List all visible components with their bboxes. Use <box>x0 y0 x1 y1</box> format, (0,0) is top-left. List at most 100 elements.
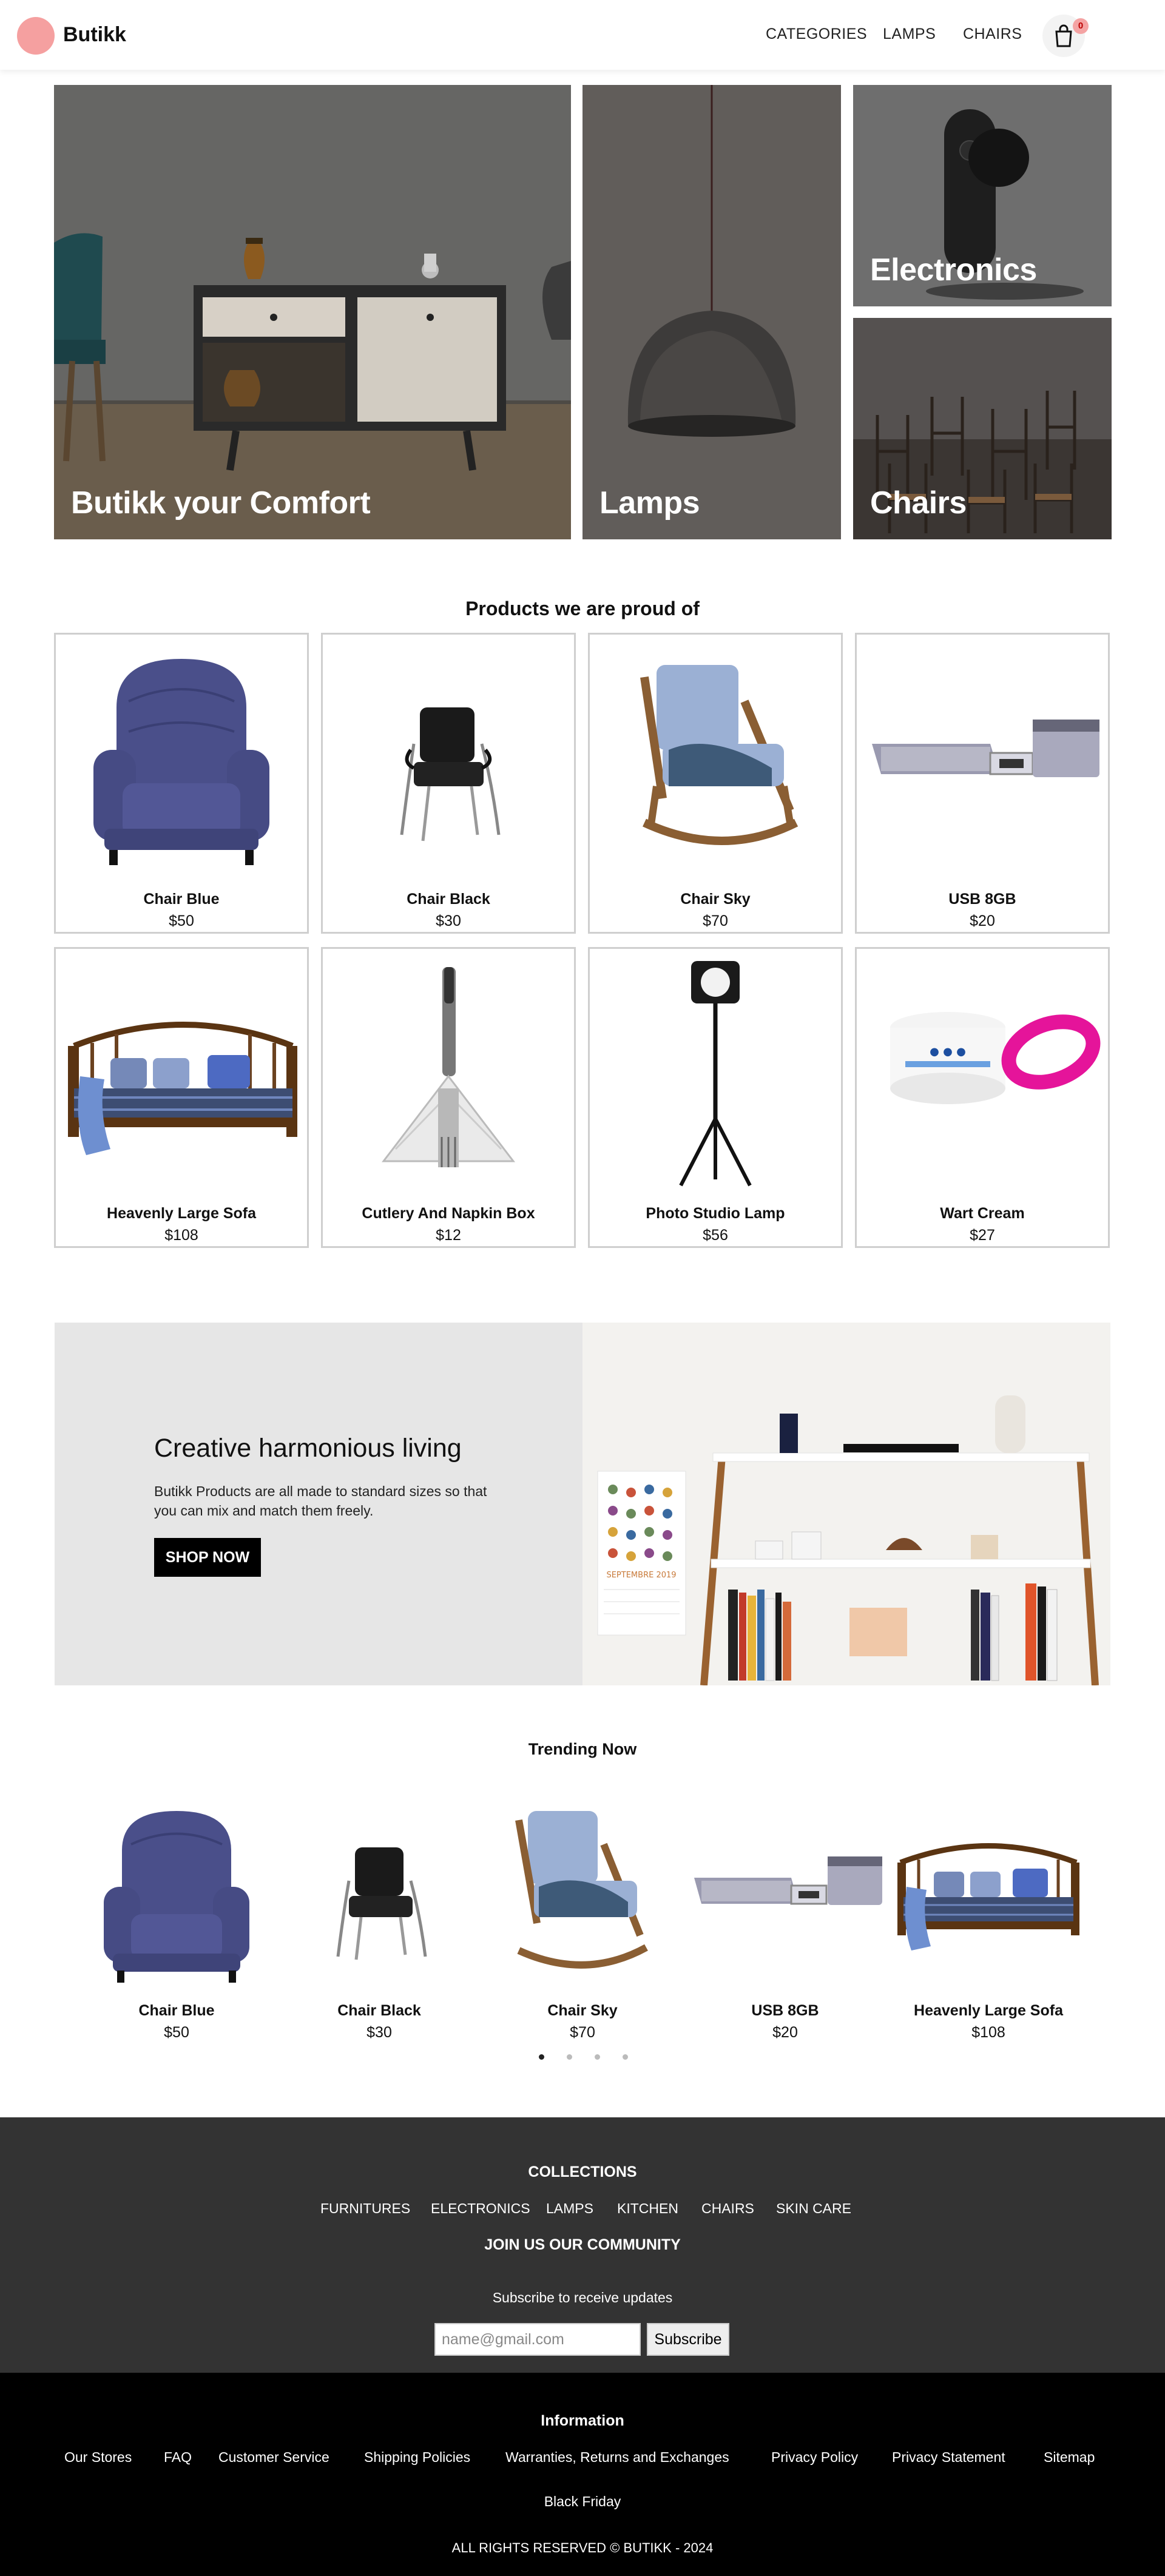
cream-jar-image: ● ● ● <box>890 1012 1101 1104</box>
product-price: $12 <box>436 1227 461 1244</box>
shop-now-button[interactable]: SHOP NOW <box>154 1538 261 1577</box>
product-card-cutlery[interactable]: Cutlery And Napkin Box $12 <box>321 947 576 1248</box>
product-card-chair-black[interactable]: Chair Black $30 <box>321 633 576 934</box>
product-price: $50 <box>169 912 194 929</box>
nav-link-categories[interactable]: CATEGORIES <box>766 25 867 43</box>
carousel-dot-2[interactable] <box>567 2054 572 2060</box>
promo-banner: Creative harmonious living Butikk Produc… <box>55 1323 1110 1685</box>
carousel-dot-1[interactable] <box>539 2054 544 2060</box>
sideboard-image <box>54 85 571 539</box>
product-card-wart-cream[interactable]: ● ● ● Wart Cream $27 <box>855 947 1110 1248</box>
product-price: $27 <box>970 1227 995 1244</box>
hero-tile-chairs-label: Chairs <box>870 485 967 521</box>
carousel-dot-3[interactable] <box>595 2054 600 2060</box>
product-name: USB 8GB <box>948 891 1016 908</box>
studio-lamp-image <box>679 961 752 1187</box>
collection-link-furnitures[interactable]: FURNITURES <box>320 2200 410 2217</box>
promo-text-panel: Creative harmonious living Butikk Produc… <box>55 1323 582 1685</box>
featured-section-title: Products we are proud of <box>465 598 700 619</box>
svg-text:● ● ●: ● ● ● <box>930 1045 966 1058</box>
trending-price: $70 <box>570 2024 595 2041</box>
information-title: Information <box>541 2412 624 2429</box>
product-card-sofa[interactable]: Heavenly Large Sofa $108 <box>54 947 309 1248</box>
trending-section-title: Trending Now <box>528 1740 637 1758</box>
nav-link-lamps[interactable]: LAMPS <box>883 25 936 43</box>
sofa-image <box>68 1022 297 1155</box>
collection-link-skin-care[interactable]: SKIN CARE <box>776 2200 851 2217</box>
logo-icon[interactable] <box>17 17 55 55</box>
product-name: Photo Studio Lamp <box>646 1205 785 1222</box>
trending-name: Chair Black <box>337 2002 421 2019</box>
calendar-text: SEPTEMBRE 2019 <box>606 1571 676 1580</box>
product-name: Chair Black <box>407 891 490 908</box>
product-price: $70 <box>703 912 728 929</box>
chair-black-image <box>336 1847 427 1960</box>
product-name: Heavenly Large Sofa <box>107 1205 256 1222</box>
hero-tile-chairs[interactable]: Chairs <box>853 318 1112 539</box>
usb-image <box>872 720 1099 777</box>
info-link-shipping-policies[interactable]: Shipping Policies <box>364 2449 470 2466</box>
product-name: Chair Blue <box>143 891 220 908</box>
cutlery-box-image <box>381 967 516 1167</box>
trending-item-chair-black[interactable]: Chair Black $30 <box>282 1796 476 2051</box>
product-name: Chair Sky <box>680 891 751 908</box>
trending-price: $50 <box>164 2024 189 2041</box>
nav-link-chairs[interactable]: CHAIRS <box>963 25 1022 43</box>
promo-title: Creative harmonious living <box>154 1434 462 1463</box>
promo-image-panel: SEPTEMBRE 2019 <box>582 1323 1110 1685</box>
promo-description: Butikk Products are all made to standard… <box>154 1483 487 1519</box>
trending-name: Chair Sky <box>547 2002 618 2019</box>
hero-tile-lamps[interactable]: Lamps <box>582 85 841 539</box>
product-price: $30 <box>436 912 461 929</box>
info-link-faq[interactable]: FAQ <box>164 2449 192 2466</box>
shopping-bag-icon <box>1055 24 1072 47</box>
pendant-lamp-image <box>582 85 841 539</box>
chair-blue-image <box>93 659 269 865</box>
product-name: Cutlery And Napkin Box <box>362 1205 535 1222</box>
trending-price: $108 <box>971 2024 1005 2041</box>
hero-tile-comfort[interactable]: Butikk your Comfort <box>54 85 571 539</box>
trending-item-usb[interactable]: USB 8GB $20 <box>688 1796 882 2051</box>
hero-tile-electronics-label: Electronics <box>870 252 1037 288</box>
brand-name[interactable]: Butikk <box>63 23 126 47</box>
trending-name: Chair Blue <box>138 2002 215 2019</box>
product-card-chair-blue[interactable]: Chair Blue $50 <box>54 633 309 934</box>
info-link-privacy-policy[interactable]: Privacy Policy <box>771 2449 858 2466</box>
product-card-chair-sky[interactable]: Chair Sky $70 <box>588 633 843 934</box>
chair-sky-image <box>515 1811 648 1969</box>
product-card-studio-lamp[interactable]: Photo Studio Lamp $56 <box>588 947 843 1248</box>
trending-item-chair-sky[interactable]: Chair Sky $70 <box>485 1796 680 2051</box>
collections-title: COLLECTIONS <box>528 2163 637 2180</box>
trending-item-chair-blue[interactable]: Chair Blue $50 <box>79 1796 274 2051</box>
collection-link-lamps[interactable]: LAMPS <box>546 2200 593 2217</box>
info-link-privacy-statement[interactable]: Privacy Statement <box>892 2449 1005 2466</box>
trending-price: $20 <box>772 2024 798 2041</box>
collection-link-chairs[interactable]: CHAIRS <box>701 2200 754 2217</box>
email-input[interactable]: name@gmail.com <box>434 2323 641 2356</box>
subscribe-text: Subscribe to receive updates <box>492 2290 673 2305</box>
collection-link-kitchen[interactable]: KITCHEN <box>617 2200 678 2217</box>
info-link-warranties[interactable]: Warranties, Returns and Exchanges <box>505 2449 729 2466</box>
info-link-customer-service[interactable]: Customer Service <box>218 2449 329 2466</box>
hero-tile-electronics[interactable]: Electronics <box>853 85 1112 306</box>
black-friday-link[interactable]: Black Friday <box>0 2493 1165 2510</box>
trending-item-sofa[interactable]: Heavenly Large Sofa $108 <box>891 1796 1086 2051</box>
community-title: JOIN US OUR COMMUNITY <box>484 2236 681 2253</box>
carousel-dot-4[interactable] <box>623 2054 628 2060</box>
top-navbar: Butikk CATEGORIES LAMPS CHAIRS 0 <box>0 0 1165 70</box>
info-link-sitemap[interactable]: Sitemap <box>1044 2449 1095 2466</box>
bookshelf-image: SEPTEMBRE 2019 <box>582 1323 1110 1685</box>
subscribe-button[interactable]: Subscribe <box>647 2323 729 2356</box>
chair-blue-image <box>104 1811 249 1983</box>
copyright-text: ALL RIGHTS RESERVED © BUTIKK - 2024 <box>451 2540 714 2555</box>
chair-black-image <box>400 707 501 841</box>
trending-name: Heavenly Large Sofa <box>914 2002 1063 2019</box>
hero-tile-comfort-label: Butikk your Comfort <box>71 485 371 521</box>
footer-collections: COLLECTIONS FURNITURES ELECTRONICS LAMPS… <box>0 2117 1165 2373</box>
product-card-usb[interactable]: USB 8GB $20 <box>855 633 1110 934</box>
trending-name: USB 8GB <box>751 2002 819 2019</box>
info-link-our-stores[interactable]: Our Stores <box>64 2449 132 2466</box>
sofa-image <box>897 1843 1079 1951</box>
collection-link-electronics[interactable]: ELECTRONICS <box>431 2200 530 2217</box>
usb-image <box>694 1856 882 1905</box>
